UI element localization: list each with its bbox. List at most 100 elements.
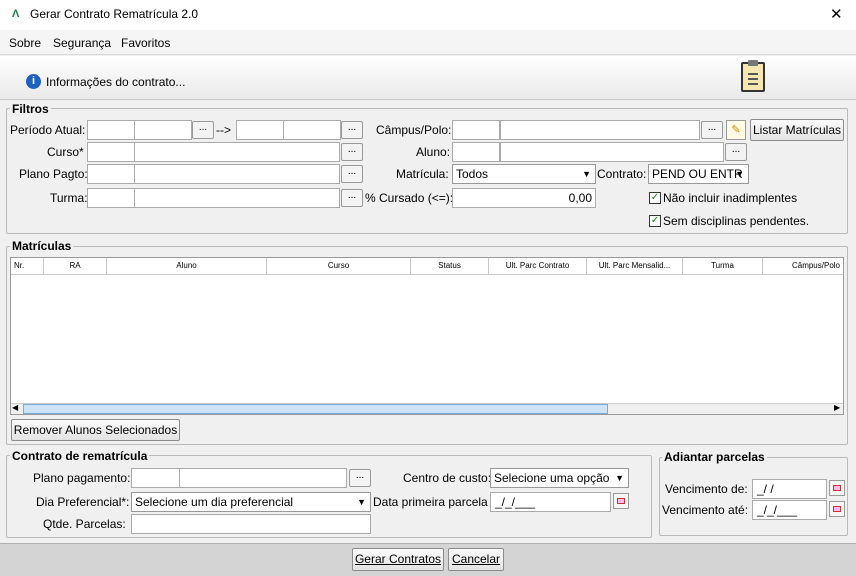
- periodo-end-code[interactable]: [236, 120, 284, 140]
- campus-lookup-button[interactable]: ...: [701, 121, 723, 139]
- app-logo-icon: Λ: [12, 8, 20, 20]
- calendar-icon[interactable]: [829, 480, 845, 496]
- periodo-arrow: -->: [216, 123, 231, 137]
- scrollbar-thumb[interactable]: [23, 404, 608, 414]
- gerar-contratos-button[interactable]: Gerar Contratos: [352, 548, 444, 571]
- contrato-legend: Contrato de rematrícula: [10, 449, 150, 463]
- aluno-desc[interactable]: [500, 142, 724, 162]
- header-divider: [11, 274, 843, 275]
- close-icon[interactable]: ✕: [830, 5, 843, 23]
- turma-lookup-button[interactable]: ...: [341, 189, 363, 207]
- sem-disciplinas-checkbox[interactable]: ✓: [649, 215, 661, 227]
- matricula-label: Matrícula:: [396, 167, 449, 181]
- matriculas-legend: Matrículas: [10, 239, 74, 253]
- calendar-icon[interactable]: [613, 493, 629, 509]
- chevron-down-icon: ▼: [735, 169, 744, 179]
- column-header[interactable]: Turma: [683, 258, 763, 274]
- column-header[interactable]: RA: [44, 258, 107, 274]
- periodo-start-code[interactable]: [87, 120, 135, 140]
- menu-sobre[interactable]: Sobre: [9, 36, 41, 50]
- column-header[interactable]: Ult. Parc Mensalid...: [587, 258, 683, 274]
- plano-pagto-desc[interactable]: [134, 164, 340, 184]
- periodo-label: Período Atual:: [10, 123, 86, 137]
- window-title: Gerar Contrato Rematrícula 2.0: [30, 7, 199, 21]
- centro-custo-value: Selecione uma opção: [494, 471, 610, 485]
- sem-disciplinas-label[interactable]: Sem disciplinas pendentes.: [663, 211, 809, 231]
- column-header[interactable]: Ult. Parc Contrato: [489, 258, 587, 274]
- column-header[interactable]: Nr.: [11, 258, 44, 274]
- edit-pencil-icon[interactable]: ✎: [726, 120, 746, 140]
- column-header[interactable]: Status: [411, 258, 489, 274]
- turma-label: Turma:: [50, 191, 88, 205]
- qtde-parcelas-label: Qtde. Parcelas:: [43, 517, 126, 531]
- chevron-down-icon: ▼: [582, 169, 591, 179]
- aluno-label: Aluno:: [416, 145, 451, 159]
- scroll-left-icon[interactable]: ◀: [12, 403, 18, 412]
- matricula-select[interactable]: Todos ▼: [452, 164, 596, 184]
- nao-incluir-label[interactable]: Não incluir inadimplentes: [663, 188, 797, 208]
- menu-seguranca[interactable]: Segurança: [53, 36, 111, 50]
- column-header[interactable]: Curso: [267, 258, 411, 274]
- cursado-label: % Cursado (<=):: [365, 191, 454, 205]
- column-header[interactable]: Câmpus/Polo: [763, 258, 843, 274]
- vencimento-ate-input[interactable]: _/_/___: [752, 500, 827, 520]
- centro-custo-select[interactable]: Selecione uma opção ▼: [490, 468, 629, 488]
- plano-pagto-lookup-button[interactable]: ...: [341, 165, 363, 183]
- chevron-down-icon: ▼: [615, 473, 624, 483]
- info-text[interactable]: Informações do contrato...: [46, 75, 185, 89]
- contrato-label: Contrato:: [597, 167, 647, 181]
- plano-pagamento-code[interactable]: [131, 468, 180, 488]
- periodo-end-desc[interactable]: [283, 120, 341, 140]
- centro-custo-label: Centro de custo:: [403, 471, 492, 485]
- scroll-right-icon[interactable]: ▶: [834, 403, 840, 412]
- curso-code[interactable]: [87, 142, 135, 162]
- cancelar-button[interactable]: Cancelar: [448, 548, 504, 571]
- remover-alunos-button[interactable]: Remover Alunos Selecionados: [11, 419, 180, 441]
- filtros-legend: Filtros: [10, 102, 51, 116]
- cursado-value: 0,00: [568, 191, 592, 205]
- vencimento-ate-label: Vencimento até:: [662, 503, 749, 517]
- adiantar-legend: Adiantar parcelas: [662, 450, 767, 464]
- nao-incluir-checkbox[interactable]: ✓: [649, 192, 661, 204]
- vencimento-ate-value: _/_/___: [757, 503, 798, 517]
- aluno-code[interactable]: [452, 142, 500, 162]
- listar-matriculas-button[interactable]: Listar Matrículas: [750, 119, 844, 141]
- dia-preferencial-label: Dia Preferencial*:: [36, 495, 130, 509]
- contrato-value: PEND OU ENTR: [652, 167, 743, 181]
- cancelar-label: Cancelar: [451, 552, 501, 566]
- vencimento-de-input[interactable]: _/ /: [752, 479, 827, 499]
- periodo-end-lookup-button[interactable]: ...: [341, 121, 363, 139]
- campus-label: Câmpus/Polo:: [376, 123, 452, 137]
- vencimento-de-value: _/ /: [757, 482, 774, 496]
- periodo-start-lookup-button[interactable]: ...: [192, 121, 214, 139]
- matriculas-table[interactable]: Nr. RA Aluno Curso Status Ult. Parc Cont…: [10, 257, 844, 415]
- data-primeira-parcela-value: _/_/___: [495, 495, 536, 509]
- aluno-lookup-button[interactable]: ...: [725, 143, 747, 161]
- contrato-select[interactable]: PEND OU ENTR ▼: [648, 164, 749, 184]
- cursado-input[interactable]: 0,00: [452, 188, 596, 208]
- plano-pagamento-label: Plano pagamento:: [33, 471, 131, 485]
- curso-lookup-button[interactable]: ...: [341, 143, 363, 161]
- plano-pagamento-desc[interactable]: [179, 468, 347, 488]
- dia-preferencial-value: Selecione um dia preferencial: [135, 495, 294, 509]
- periodo-start-desc[interactable]: [134, 120, 192, 140]
- plano-pagamento-lookup-button[interactable]: ...: [349, 469, 371, 487]
- data-primeira-parcela-label: Data primeira parcela: [373, 495, 488, 509]
- turma-code[interactable]: [87, 188, 135, 208]
- campus-code[interactable]: [452, 120, 500, 140]
- plano-pagto-code[interactable]: [87, 164, 135, 184]
- qtde-parcelas-input[interactable]: [131, 514, 371, 534]
- gerar-contratos-label: Gerar Contratos: [354, 552, 442, 566]
- turma-desc[interactable]: [134, 188, 340, 208]
- info-icon[interactable]: i: [26, 74, 41, 89]
- calendar-icon[interactable]: [829, 501, 845, 517]
- title-bar: Λ Gerar Contrato Rematrícula 2.0 ✕: [0, 0, 856, 30]
- dia-preferencial-select[interactable]: Selecione um dia preferencial ▼: [131, 492, 371, 512]
- plano-pagto-label: Plano Pagto:: [19, 167, 88, 181]
- campus-desc[interactable]: [500, 120, 700, 140]
- curso-desc[interactable]: [134, 142, 340, 162]
- menu-favoritos[interactable]: Favoritos: [121, 36, 170, 50]
- horizontal-scrollbar[interactable]: ◀ ▶: [11, 403, 843, 414]
- column-header[interactable]: Aluno: [107, 258, 267, 274]
- data-primeira-parcela-input[interactable]: _/_/___: [490, 492, 611, 512]
